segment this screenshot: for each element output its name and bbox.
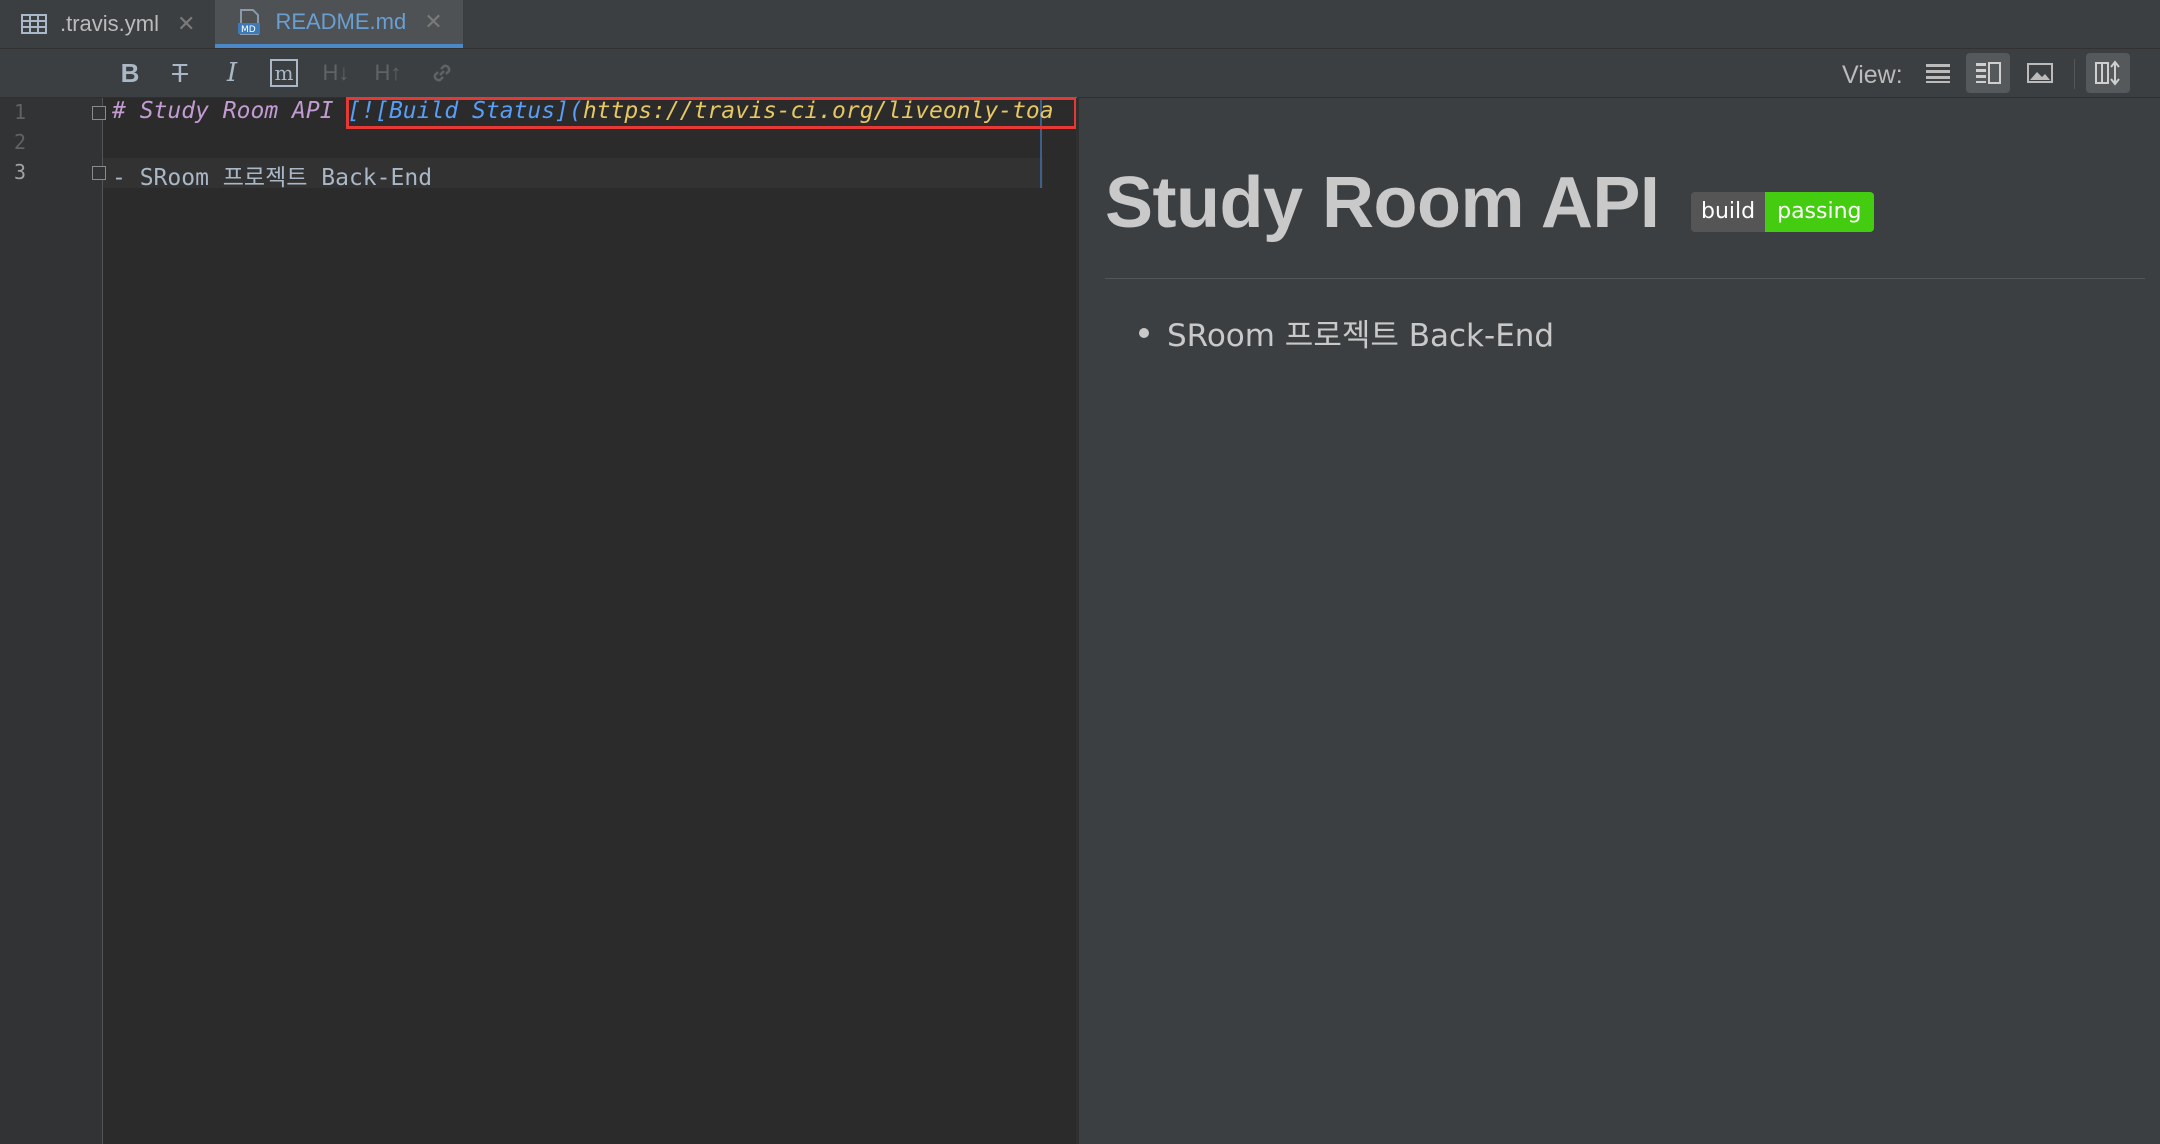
italic-button[interactable]: I [212,55,252,91]
insert-link-button[interactable] [422,55,462,91]
header-up-icon: H↑ [374,60,402,85]
lines-icon [1926,64,1950,83]
tab-label: README.md [275,9,407,34]
list-item-markup: - SRoom 프로젝트 Back-End [112,165,433,191]
preview-title: Study Room API [1105,163,1660,243]
badge-label: build [1691,192,1766,232]
header-down-button[interactable]: H↓ [316,55,356,91]
line-number-gutter: 1 2 3 [0,98,106,1144]
view-label: View: [1842,61,1903,89]
link-icon [433,64,451,82]
header-down-icon: H↓ [322,60,350,85]
image-icon [2027,63,2053,83]
code-icon: m [269,59,299,87]
heading-markup: # Study Room API [112,98,348,124]
header-up-button[interactable]: H↑ [368,55,408,91]
ide-window: .travis.yml ✕ MD README.md ✕ B T I m H↓ [0,0,2160,1144]
markdown-editor[interactable]: 1 2 3 # Study Room API [![Build Status](… [0,97,1077,1144]
list-item-text: SRoom 프로젝트 Back-End [1167,318,1555,354]
strikethrough-icon: T [172,57,188,88]
bold-button[interactable]: B [110,55,150,91]
view-editor-only-button[interactable] [1916,53,1960,93]
build-status-badge[interactable]: build passing [1691,192,1874,232]
fold-icon[interactable] [92,106,106,120]
tab-bar: .travis.yml ✕ MD README.md ✕ [0,0,2160,49]
line-number: 1 [14,100,27,124]
code-line-3: - SRoom 프로젝트 Back-End [112,158,432,192]
annotation-highlight-box [346,97,1077,129]
list-item: SRoom 프로젝트 Back-End [1139,310,1554,355]
close-icon[interactable]: ✕ [177,11,195,37]
italic-icon: I [226,58,238,88]
badge-status: passing [1765,192,1874,232]
scroll-sync-icon [2095,60,2120,86]
tab-travis-yml[interactable]: .travis.yml ✕ [0,0,215,48]
bullet-icon [1139,327,1149,338]
svg-text:MD: MD [241,25,256,35]
tab-readme-md[interactable]: MD README.md ✕ [215,0,463,48]
line-number: 2 [14,130,27,154]
code-button[interactable]: m [264,55,304,91]
scroll-sync-button[interactable] [2086,53,2130,93]
heading-rule [1105,278,2145,279]
markdown-preview: Study Room API build passing SRoom 프로젝트 … [1079,98,2160,1144]
strikethrough-button[interactable]: T [160,55,200,91]
view-split-button[interactable] [1966,53,2010,93]
view-preview-only-button[interactable] [2018,53,2062,93]
table-icon [21,14,47,34]
split-view-icon [1976,62,2001,84]
toolbar-separator [2074,59,2075,89]
fold-end-icon[interactable] [92,166,106,180]
close-icon[interactable]: ✕ [424,9,442,35]
markdown-file-icon: MD [238,9,261,35]
line-number: 3 [14,160,27,184]
bold-icon: B [120,57,140,88]
markdown-toolbar: B T I m H↓ H↑ View: [0,49,2160,98]
tab-label: .travis.yml [60,11,159,36]
